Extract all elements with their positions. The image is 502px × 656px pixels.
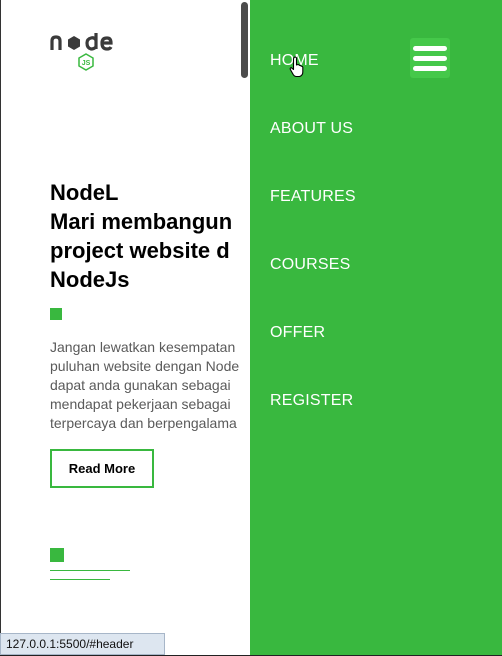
section-accent-square <box>50 548 64 562</box>
nodejs-logo[interactable]: JS <box>50 30 122 74</box>
nav-list: HOME ABOUT US FEATURES COURSES OFFER REG… <box>270 50 356 458</box>
section-divider-line <box>50 570 130 571</box>
nav-item-courses[interactable]: COURSES <box>270 254 356 322</box>
nav-item-register[interactable]: REGISTER <box>270 390 356 458</box>
hamburger-bar <box>413 45 447 51</box>
nav-item-about-us[interactable]: ABOUT US <box>270 118 356 186</box>
section-divider-line <box>50 579 110 580</box>
page: JS NodeL Mari membangun project website … <box>0 0 502 656</box>
logo-badge: JS <box>82 60 91 67</box>
nav-item-home[interactable]: HOME <box>270 50 356 118</box>
nav-item-features[interactable]: FEATURES <box>270 186 356 254</box>
hamburger-bar <box>413 55 447 61</box>
hamburger-icon[interactable] <box>410 38 450 78</box>
window-edge <box>0 0 1 656</box>
nav-menu-panel: HOME ABOUT US FEATURES COURSES OFFER REG… <box>250 0 502 656</box>
accent-square <box>50 308 62 320</box>
nav-item-offer[interactable]: OFFER <box>270 322 356 390</box>
hamburger-bar <box>413 65 447 71</box>
scrollbar-thumb[interactable] <box>241 2 248 78</box>
pointer-cursor-icon <box>289 56 304 78</box>
status-bar-url: 127.0.0.1:5500/#header <box>0 633 165 655</box>
read-more-button[interactable]: Read More <box>50 449 154 488</box>
